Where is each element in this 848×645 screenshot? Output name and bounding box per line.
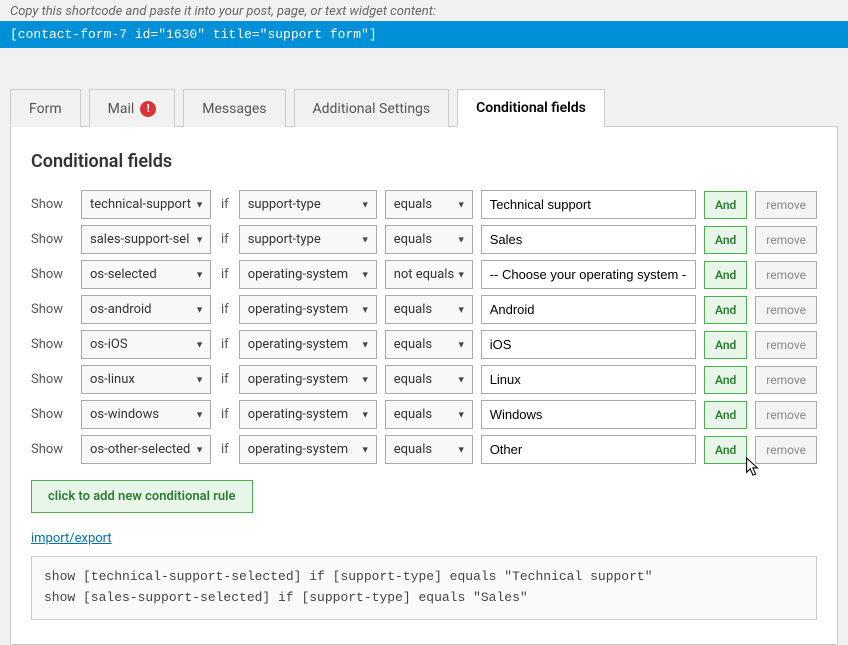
if-label: if — [219, 442, 231, 457]
if-label: if — [219, 407, 231, 422]
operator-select[interactable]: equals — [385, 400, 473, 429]
group-select[interactable]: os-iOS — [81, 330, 211, 359]
rule-row: Show os-windows if operating-system equals An… — [31, 400, 817, 429]
value-input[interactable] — [481, 330, 696, 359]
show-label: Show — [31, 337, 73, 352]
if-label: if — [219, 197, 231, 212]
and-button[interactable]: And — [704, 436, 747, 464]
value-input[interactable] — [481, 225, 696, 254]
tab-label: Messages — [202, 101, 266, 117]
panel-heading: Conditional fields — [31, 151, 817, 172]
value-input[interactable] — [481, 295, 696, 324]
and-button[interactable]: And — [704, 401, 747, 429]
field-select[interactable]: operating-system — [239, 365, 377, 394]
tabs: Form Mail! Messages Additional Settings Cond… — [0, 88, 848, 126]
if-label: if — [219, 372, 231, 387]
field-select[interactable]: operating-system — [239, 400, 377, 429]
tab-additional-settings[interactable]: Additional Settings — [294, 89, 450, 127]
value-input[interactable] — [481, 400, 696, 429]
import-export-link[interactable]: import/export — [31, 531, 112, 546]
field-select[interactable]: support-type — [239, 225, 377, 254]
show-label: Show — [31, 197, 73, 212]
show-label: Show — [31, 442, 73, 457]
rule-row: Show os-selected if operating-system not equ… — [31, 260, 817, 289]
tab-label: Form — [29, 101, 62, 117]
rule-row: Show os-iOS if operating-system equals Andrem… — [31, 330, 817, 359]
field-select[interactable]: operating-system — [239, 295, 377, 324]
group-select[interactable]: os-selected — [81, 260, 211, 289]
operator-select[interactable]: equals — [385, 295, 473, 324]
and-button[interactable]: And — [704, 366, 747, 394]
field-select[interactable]: operating-system — [239, 260, 377, 289]
group-select[interactable]: os-windows — [81, 400, 211, 429]
tab-conditional-fields[interactable]: Conditional fields — [457, 89, 605, 127]
remove-button[interactable]: remove — [755, 366, 817, 394]
and-button[interactable]: And — [704, 191, 747, 219]
tab-label: Conditional fields — [476, 100, 586, 116]
if-label: if — [219, 267, 231, 282]
if-label: if — [219, 232, 231, 247]
tab-label: Mail — [108, 101, 135, 117]
tab-messages[interactable]: Messages — [183, 89, 285, 127]
show-label: Show — [31, 407, 73, 422]
remove-button[interactable]: remove — [755, 191, 817, 219]
show-label: Show — [31, 372, 73, 387]
remove-button[interactable]: remove — [755, 401, 817, 429]
group-select[interactable]: os-linux — [81, 365, 211, 394]
alert-icon: ! — [140, 101, 156, 117]
remove-button[interactable]: remove — [755, 296, 817, 324]
conditional-fields-panel: Conditional fields Show technical-support… — [10, 126, 838, 645]
rule-row: Show os-other-selected if operating-system e… — [31, 435, 817, 464]
operator-select[interactable]: not equals — [385, 260, 473, 289]
value-input[interactable] — [481, 190, 696, 219]
tab-form[interactable]: Form — [10, 89, 81, 127]
show-label: Show — [31, 232, 73, 247]
value-input[interactable] — [481, 365, 696, 394]
show-label: Show — [31, 302, 73, 317]
operator-select[interactable]: equals — [385, 225, 473, 254]
operator-select[interactable]: equals — [385, 190, 473, 219]
rule-row: Show sales-support-sel if support-type equal… — [31, 225, 817, 254]
group-select[interactable]: os-other-selected — [81, 435, 211, 464]
tab-label: Additional Settings — [313, 101, 431, 117]
value-input[interactable] — [481, 260, 696, 289]
and-button[interactable]: And — [704, 296, 747, 324]
field-select[interactable]: operating-system — [239, 330, 377, 359]
remove-button[interactable]: remove — [755, 331, 817, 359]
rule-row: Show os-android if operating-system equals An… — [31, 295, 817, 324]
field-select[interactable]: operating-system — [239, 435, 377, 464]
value-input[interactable] — [481, 435, 696, 464]
export-textbox[interactable]: show [technical-support-selected] if [su… — [31, 556, 817, 620]
and-button[interactable]: And — [704, 261, 747, 289]
group-select[interactable]: technical-support — [81, 190, 211, 219]
add-rule-button[interactable]: click to add new conditional rule — [31, 480, 253, 513]
show-label: Show — [31, 267, 73, 282]
operator-select[interactable]: equals — [385, 365, 473, 394]
rule-row: Show technical-support if support-type equal… — [31, 190, 817, 219]
field-select[interactable]: support-type — [239, 190, 377, 219]
and-button[interactable]: And — [704, 331, 747, 359]
group-select[interactable]: os-android — [81, 295, 211, 324]
rules-list: Show technical-support if support-type equal… — [31, 190, 817, 464]
tab-mail[interactable]: Mail! — [89, 89, 176, 127]
operator-select[interactable]: equals — [385, 435, 473, 464]
shortcode-hint: Copy this shortcode and paste it into yo… — [0, 0, 848, 21]
if-label: if — [219, 337, 231, 352]
remove-button[interactable]: remove — [755, 226, 817, 254]
group-select[interactable]: sales-support-sel — [81, 225, 211, 254]
rule-row: Show os-linux if operating-system equals Andr… — [31, 365, 817, 394]
operator-select[interactable]: equals — [385, 330, 473, 359]
shortcode-bar[interactable]: [contact-form-7 id="1630" title="support… — [0, 21, 848, 48]
remove-button[interactable]: remove — [755, 436, 817, 464]
and-button[interactable]: And — [704, 226, 747, 254]
if-label: if — [219, 302, 231, 317]
remove-button[interactable]: remove — [755, 261, 817, 289]
